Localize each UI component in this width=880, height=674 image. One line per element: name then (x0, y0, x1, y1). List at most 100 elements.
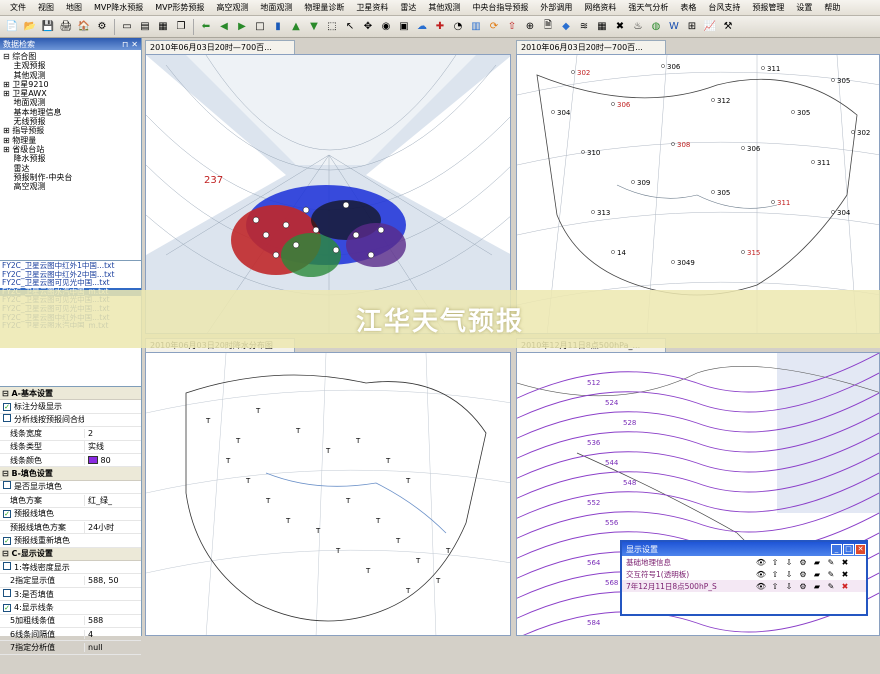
menu-item[interactable]: 外部调用 (534, 2, 578, 13)
folder-icon[interactable]: ▰ (810, 582, 824, 591)
menu-item[interactable]: 网络资料 (578, 2, 622, 13)
tree-node[interactable]: 地面观测 (3, 98, 141, 107)
menu-item[interactable]: 视图 (32, 2, 60, 13)
menu-item[interactable]: 强天气分析 (622, 2, 674, 13)
eye-icon[interactable]: 👁 (754, 570, 768, 579)
cursor-icon[interactable]: ↖ (342, 19, 358, 35)
open-folder-icon[interactable]: 📂 (22, 19, 38, 35)
pin-icon[interactable]: ⊓ (122, 40, 128, 49)
delete-icon[interactable]: ✖ (838, 570, 852, 579)
hide-icon[interactable]: ◉ (378, 19, 394, 35)
property-value[interactable]: 实线 (84, 441, 141, 453)
property-row[interactable]: 线条颜色 80 (0, 454, 141, 468)
print-icon[interactable]: 🖨 (58, 19, 74, 35)
layout-1-icon[interactable]: ▭ (119, 19, 135, 35)
property-row[interactable]: 5加粗线条值 588 (0, 615, 141, 629)
property-category[interactable]: ⊟ A-基本设置 (0, 387, 141, 401)
zoom-icon[interactable]: ⬚ (324, 19, 340, 35)
tree-node[interactable]: ⊟ 综合图 (3, 52, 141, 61)
layout-2-icon[interactable]: ▤ (137, 19, 153, 35)
menu-item[interactable]: 设置 (790, 2, 818, 13)
left-arrow-icon[interactable]: ◀ (216, 19, 232, 35)
property-row[interactable]: ✓ 预报线填色 (0, 508, 141, 521)
edit-icon[interactable]: ✎ (824, 558, 838, 567)
layout-4-icon[interactable]: ▦ (155, 19, 171, 35)
minimize-icon[interactable]: _ (831, 543, 842, 555)
down-icon[interactable]: ⇩ (782, 582, 796, 591)
image-icon[interactable]: ▣ (396, 19, 412, 35)
tree-node[interactable]: 高空观测 (3, 182, 141, 191)
down-icon[interactable]: ⇩ (782, 570, 796, 579)
tree-node[interactable]: 无线预报 (3, 117, 141, 126)
close-icon[interactable]: ✕ (131, 40, 138, 49)
edit-icon[interactable]: ✎ (824, 582, 838, 591)
property-value[interactable]: 588, 50 (84, 576, 141, 586)
menu-item[interactable]: 台风支持 (702, 2, 746, 13)
table-icon[interactable]: ⊞ (684, 19, 700, 35)
menu-item[interactable]: 其他观测 (422, 2, 466, 13)
globe-icon[interactable]: ◍ (648, 19, 664, 35)
menu-item[interactable]: 地图 (60, 2, 88, 13)
menu-item[interactable]: 雷达 (394, 2, 422, 13)
menu-item[interactable]: 预报管理 (746, 2, 790, 13)
animation-icon[interactable]: ▮ (270, 19, 286, 35)
up-icon[interactable]: ⇧ (768, 558, 782, 567)
property-value[interactable]: 24小时 (84, 521, 141, 533)
folder-icon[interactable]: ▰ (810, 558, 824, 567)
station-icon[interactable]: ⊕ (522, 19, 538, 35)
menu-item[interactable]: MVP形势预报 (149, 2, 210, 13)
tab-station-map[interactable]: 2010年06月03日20时—700百... (516, 40, 666, 54)
tree-node[interactable]: ⊞ 卫星9210 (3, 80, 141, 89)
up-icon[interactable]: ⇧ (768, 582, 782, 591)
property-row[interactable]: 是否显示填色 (0, 481, 141, 495)
property-value[interactable]: null (84, 643, 141, 653)
bar-chart-icon[interactable]: ▥ (468, 19, 484, 35)
layout-cascade-icon[interactable]: ❐ (173, 19, 189, 35)
menu-item[interactable]: 帮助 (818, 2, 846, 13)
menu-item[interactable]: 高空观测 (210, 2, 254, 13)
menu-item[interactable]: 卫星资料 (350, 2, 394, 13)
menu-item[interactable]: MVP降水预报 (88, 2, 149, 13)
layer-row[interactable]: 基础地理信息 👁 ⇧ ⇩ ⚙ ▰ ✎ ✖ (622, 556, 866, 568)
tree-node[interactable]: ⊞ 指导预报 (3, 126, 141, 135)
property-row[interactable]: ✓ 4:显示线条 (0, 601, 141, 615)
menu-item[interactable]: 表格 (674, 2, 702, 13)
property-row[interactable]: 线条宽度 2 (0, 427, 141, 441)
back-icon[interactable]: ⬅ (198, 19, 214, 35)
property-row[interactable]: ✓ 标注分级显示 (0, 400, 141, 414)
color-swatch[interactable] (88, 456, 98, 465)
property-value[interactable]: 588 (84, 616, 141, 626)
folder-icon[interactable]: ▰ (810, 570, 824, 579)
tools-icon[interactable]: ⚙ (796, 582, 810, 591)
edit-icon[interactable]: ✎ (824, 570, 838, 579)
eye-icon[interactable]: 👁 (754, 582, 768, 591)
property-row[interactable]: 2指定显示值 588, 50 (0, 574, 141, 588)
property-row[interactable]: ✓ 预报线重新填色 (0, 534, 141, 548)
eye-icon[interactable]: 👁 (754, 558, 768, 567)
tree-node[interactable]: 基本地理信息 (3, 108, 141, 117)
property-checkbox[interactable] (3, 561, 11, 570)
up-arrow-icon[interactable]: ▲ (288, 19, 304, 35)
property-row[interactable]: 3:是否填值 (0, 588, 141, 602)
tree-node[interactable]: 预报制作-中央台 (3, 173, 141, 182)
delete-icon[interactable]: ✖ (838, 582, 852, 591)
pin-icon[interactable]: ✚ (432, 19, 448, 35)
doc-icon[interactable]: 🗎 (540, 19, 556, 35)
property-value[interactable]: 红_绿_ (84, 494, 141, 506)
fill-icon[interactable]: ◆ (558, 19, 574, 35)
property-grid[interactable]: ⊟ A-基本设置✓标注分级显示分析线按预报间合线处理线条宽度 2 线条类型 实线线条颜… (0, 386, 141, 674)
property-checkbox[interactable]: ✓ (3, 603, 11, 612)
tools-icon[interactable]: ⚙ (94, 19, 110, 35)
tree-node[interactable]: 其他观测 (3, 71, 141, 80)
down-arrow-icon[interactable]: ▼ (306, 19, 322, 35)
property-value[interactable]: 2 (84, 428, 141, 438)
close-icon[interactable]: ✕ (855, 543, 866, 555)
property-value[interactable]: 4 (84, 629, 141, 639)
grid-icon[interactable]: ▦ (594, 19, 610, 35)
pan-icon[interactable]: ✥ (360, 19, 376, 35)
property-row[interactable]: 填色方案 红_绿_ (0, 494, 141, 508)
wind-icon[interactable]: ≋ (576, 19, 592, 35)
map-window-precip[interactable]: T T T T T T T T T T T T T T T T T T T T T T (145, 352, 511, 636)
property-row[interactable]: 1:等线密度显示 (0, 561, 141, 575)
chart-icon[interactable]: ◔ (450, 19, 466, 35)
